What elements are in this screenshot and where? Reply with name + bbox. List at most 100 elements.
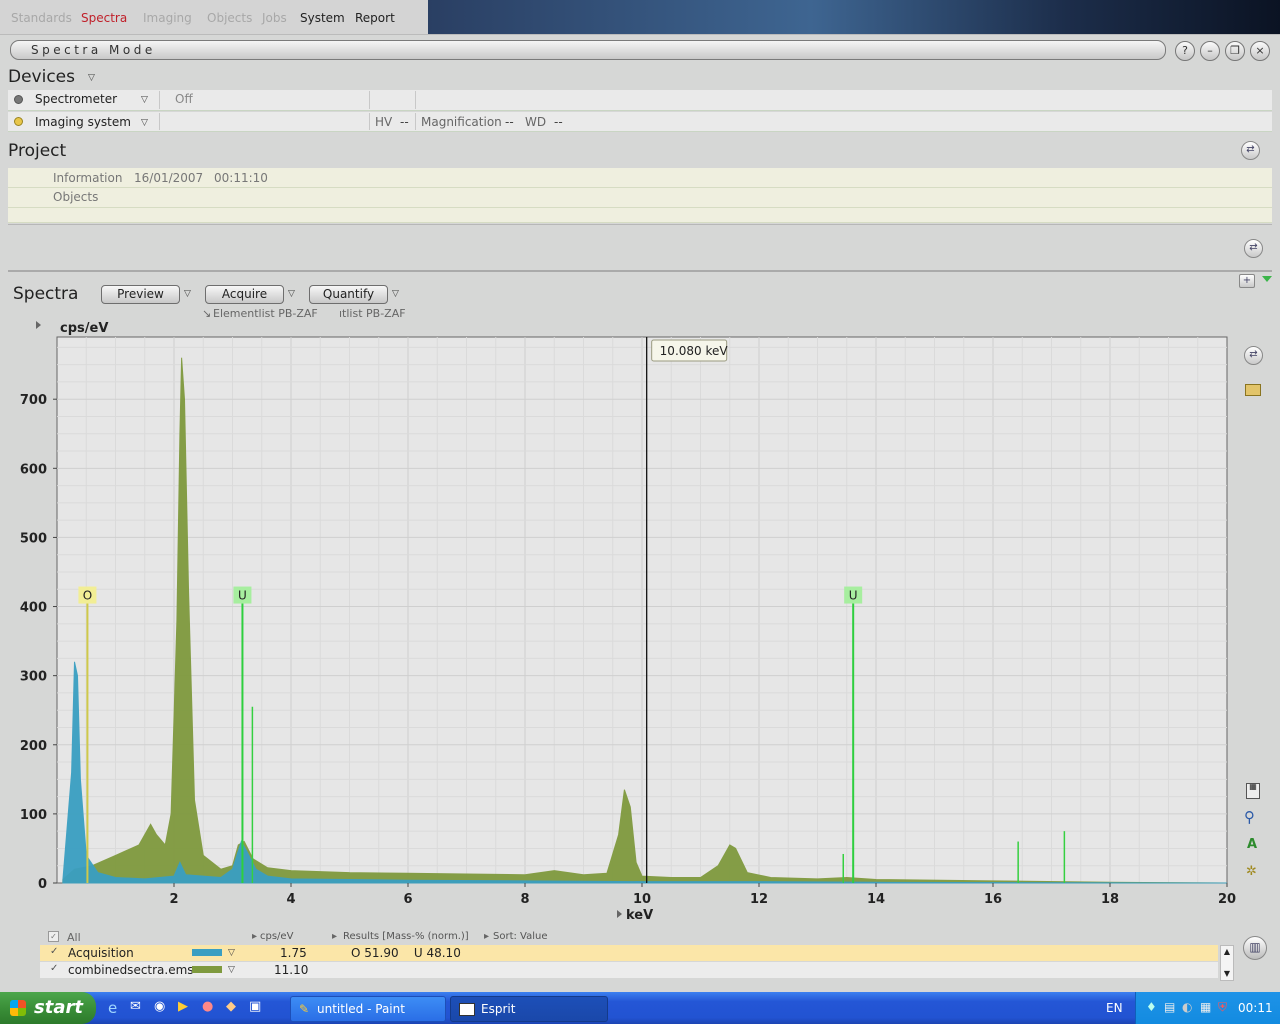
element-marker-label: U	[849, 589, 858, 603]
preview-dropdown-icon[interactable]: ▽	[184, 289, 191, 299]
menu-jobs[interactable]: Jobs	[262, 11, 287, 25]
results-header: ✓ All ▸ cps/eV ▸ Results [Mass-% (norm.)…	[40, 930, 1234, 945]
y-tick-label: 100	[20, 808, 47, 823]
row-dropdown-icon[interactable]: ▽	[228, 948, 235, 958]
mode-title: Spectra Mode	[31, 43, 156, 57]
start-button[interactable]: start	[0, 992, 96, 1024]
x-tick-label: 8	[520, 892, 529, 907]
menu-standards[interactable]: Standards	[11, 11, 72, 25]
col-results-header[interactable]: Results [Mass-% (norm.)]	[343, 931, 469, 942]
y-axis-label: cps/eV	[60, 321, 108, 336]
spectrometer-status: Off	[175, 92, 193, 106]
divider	[159, 91, 160, 109]
expand-icon[interactable]: +	[1239, 274, 1255, 288]
axis-expand-icon[interactable]	[36, 321, 41, 329]
quicklaunch-icon[interactable]: ◆	[226, 999, 236, 1014]
menu-spectra[interactable]: Spectra	[81, 11, 127, 25]
folder-icon[interactable]	[1245, 384, 1261, 396]
spectrum-chart[interactable]: O U U 10.080 keV 0 100 200 300 400 500 600 700 2 4 6 8 1…	[0, 318, 1240, 926]
series-color-swatch[interactable]	[192, 966, 222, 973]
divider	[415, 113, 416, 130]
menu-objects[interactable]: Objects	[207, 11, 252, 25]
acquire-dropdown-icon[interactable]: ▽	[288, 289, 295, 299]
menu-system[interactable]: System	[300, 11, 345, 25]
task-esprit[interactable]: Esprit	[450, 996, 608, 1022]
section-divider	[8, 270, 1272, 272]
col-sort-caret-icon[interactable]: ▸	[484, 931, 489, 942]
objects-label: Objects	[53, 190, 99, 204]
mode-title-bar: Spectra Mode	[10, 40, 1166, 60]
col-cps-header[interactable]: cps/eV	[260, 931, 293, 942]
settings-icon[interactable]: ✲	[1246, 864, 1257, 879]
x-tick-label: 6	[403, 892, 412, 907]
project-options-icon[interactable]: ⇄	[1241, 141, 1260, 160]
help-button[interactable]: ?	[1175, 41, 1195, 61]
row-dropdown-icon[interactable]: ▽	[228, 965, 235, 975]
wd-value: --	[554, 115, 563, 129]
clock: 00:11	[1238, 1001, 1273, 1015]
xaxis-expand-icon[interactable]	[617, 910, 622, 918]
quicklaunch-icon[interactable]: ◉	[154, 999, 165, 1014]
quicklaunch-icon[interactable]: ●	[202, 999, 213, 1014]
spectrometer-status-icon	[14, 95, 23, 104]
marker-triangle-icon	[1262, 276, 1272, 282]
scroll-up-icon[interactable]: ▲	[1221, 946, 1233, 958]
trash-icon[interactable]: ▥	[1243, 936, 1267, 960]
devices-title: Devices	[8, 67, 75, 87]
quantify-button[interactable]: Quantify	[309, 285, 388, 304]
tray-icon[interactable]: ▤	[1164, 1000, 1175, 1014]
information-date: 16/01/2007	[134, 171, 204, 185]
chart-options-icon[interactable]: ⇄	[1244, 346, 1263, 365]
hv-label: HV	[375, 115, 393, 129]
all-checkbox[interactable]: ✓	[48, 931, 59, 942]
table-row[interactable]: ✓ combinedsectra.ems ▽ 11.10	[40, 962, 1218, 978]
panel-options-icon[interactable]: ⇄	[1244, 239, 1263, 258]
x-tick-label: 12	[750, 892, 768, 907]
imaging-dropdown-icon[interactable]: ▽	[141, 118, 148, 128]
y-tick-label: 500	[20, 531, 47, 546]
ie-icon[interactable]: e	[108, 999, 117, 1017]
table-row[interactable]: ✓ Acquisition ▽ 1.75 O 51.90 U 48.10	[40, 945, 1218, 961]
row-cps: 11.10	[274, 963, 309, 977]
tray-icon[interactable]: ◐	[1182, 1000, 1192, 1014]
menu-report[interactable]: Report	[355, 11, 395, 25]
row-checkmark-icon[interactable]: ✓	[50, 946, 58, 957]
quicklaunch-icon[interactable]: ✉	[130, 999, 141, 1014]
element-marker-label: U	[238, 589, 247, 603]
language-indicator[interactable]: EN	[1106, 1001, 1123, 1015]
acquire-button[interactable]: Acquire	[205, 285, 284, 304]
divider	[159, 113, 160, 130]
menu-imaging[interactable]: Imaging	[143, 11, 192, 25]
minimize-button[interactable]: –	[1200, 41, 1220, 61]
row-name: combinedsectra.ems	[68, 963, 194, 977]
tray-icon[interactable]: ▦	[1200, 1000, 1211, 1014]
col-sort-header[interactable]: Sort: Value	[493, 931, 548, 942]
quicklaunch-icon[interactable]: ▣	[249, 999, 261, 1014]
spectrometer-dropdown-icon[interactable]: ▽	[141, 95, 148, 105]
col-cps-caret-icon[interactable]: ▸	[252, 931, 257, 942]
annotate-icon[interactable]: A	[1247, 837, 1257, 852]
close-button[interactable]: ×	[1250, 41, 1270, 61]
col-results-caret-icon[interactable]: ▸	[332, 931, 337, 942]
project-empty-row	[8, 208, 1272, 223]
imaging-system-row	[8, 112, 1272, 132]
calculator-icon[interactable]: ▦	[1246, 783, 1260, 799]
results-scrollbar[interactable]: ▲ ▼	[1220, 945, 1234, 981]
devices-dropdown-icon[interactable]: ▽	[88, 73, 95, 83]
top-menu-bar: Standards Spectra Imaging Objects Jobs S…	[0, 0, 428, 34]
quantify-dropdown-icon[interactable]: ▽	[392, 289, 399, 299]
tray-icon[interactable]: ♦	[1146, 1000, 1157, 1014]
y-tick-label: 600	[20, 462, 47, 477]
series-color-swatch[interactable]	[192, 949, 222, 956]
preview-button[interactable]: Preview	[101, 285, 180, 304]
scroll-down-icon[interactable]: ▼	[1221, 958, 1233, 990]
divider	[369, 91, 370, 109]
task-paint[interactable]: ✎ untitled - Paint	[290, 996, 446, 1022]
media-player-icon[interactable]: ▶	[178, 999, 188, 1014]
restore-button[interactable]: ❐	[1225, 41, 1245, 61]
shield-icon[interactable]: ⛨	[1218, 1000, 1227, 1015]
row-cps: 1.75	[280, 946, 307, 960]
row-checkmark-icon[interactable]: ✓	[50, 963, 58, 974]
zoom-icon[interactable]: ⚲	[1244, 808, 1255, 826]
project-title: Project	[8, 141, 67, 161]
